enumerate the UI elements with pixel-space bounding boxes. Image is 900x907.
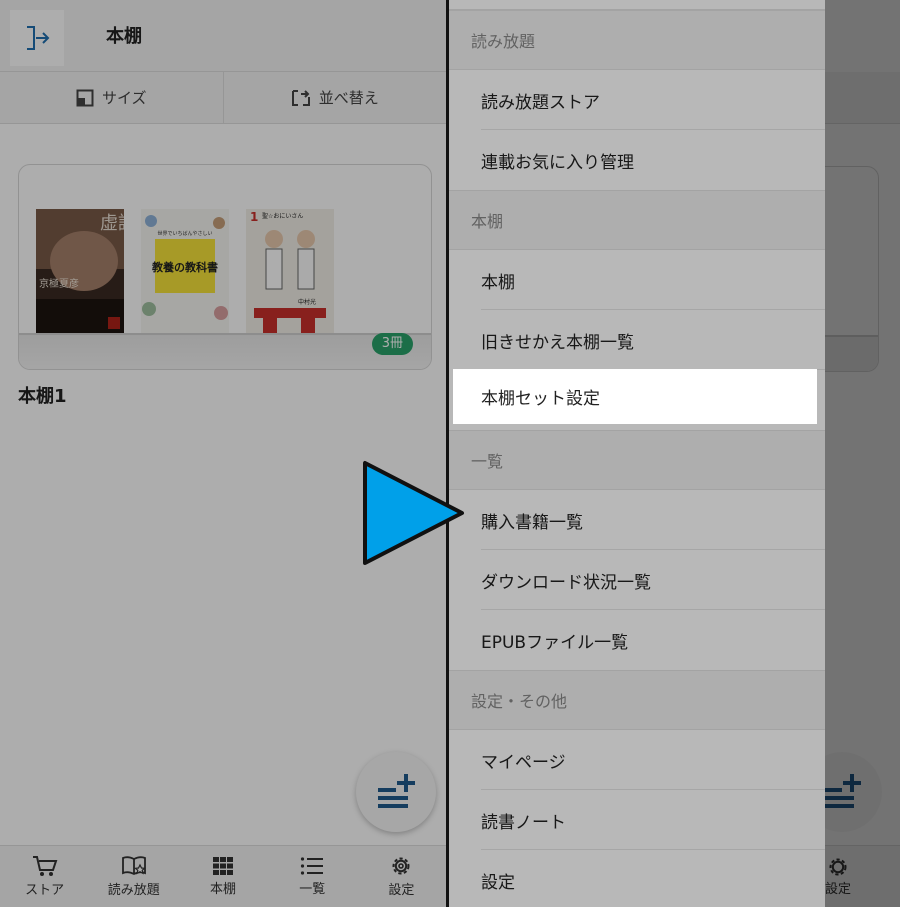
nav-label: ストア	[25, 883, 65, 898]
bottom-nav: ストア 読み放題 本棚 一覧 設定	[0, 845, 446, 907]
tutorial-arrow-icon	[363, 461, 464, 565]
size-icon	[76, 89, 94, 106]
menu-item-epub-files[interactable]: EPUBファイル一覧	[449, 610, 825, 670]
logout-icon	[27, 26, 50, 50]
book-cover-kyoyo[interactable]: 世界でいちばんやさしい 教養の教科書	[141, 209, 229, 333]
sort-button[interactable]: 並べ替え	[222, 72, 447, 123]
menu-item-download-status[interactable]: ダウンロード状況一覧	[449, 550, 825, 610]
book-title: 虚談	[100, 213, 124, 234]
menu-item-shelf-set-settings[interactable]: 本棚セット設定	[453, 369, 817, 424]
section-header-list: 一覧	[449, 430, 825, 490]
menu-item-bookshelf[interactable]: 本棚	[449, 250, 825, 310]
book-star-icon	[121, 856, 146, 876]
nav-bookshelf[interactable]: 本棚	[178, 846, 267, 907]
book-title: 教養の教科書	[151, 260, 218, 274]
menu-item-reading-notes[interactable]: 読書ノート	[449, 790, 825, 850]
nav-label: 本棚	[210, 882, 237, 897]
arrow-shape	[363, 461, 464, 565]
section-header-settings-other: 設定・その他	[449, 670, 825, 730]
add-shelf-button[interactable]	[356, 752, 436, 832]
right-panel: 設定 読み放題 読み放題ストア 連載お気に入り管理 本棚 本棚 旧きせかえ本棚一…	[449, 0, 900, 907]
menu-item-serial-favorites[interactable]: 連載お気に入り管理	[449, 130, 825, 190]
book-title: 聖☆おにいさん	[262, 213, 303, 220]
size-button[interactable]: サイズ	[0, 72, 223, 123]
add-list-icon	[378, 774, 415, 808]
sort-label: 並べ替え	[318, 89, 379, 107]
nav-store[interactable]: ストア	[0, 846, 89, 907]
nav-label: 読み放題	[107, 883, 160, 898]
left-panel: 本棚 サイズ 並べ替え 虚談 京極夏彦	[0, 0, 446, 907]
nav-label: 一覧	[299, 882, 326, 897]
book-author: 京極夏彦	[39, 277, 79, 290]
nav-list[interactable]: 一覧	[268, 846, 357, 907]
cart-icon	[32, 856, 57, 876]
menu-item-my-page[interactable]: マイページ	[449, 730, 825, 790]
menu-top-strip	[449, 0, 825, 10]
menu-item-unlimited-store[interactable]: 読み放題ストア	[449, 70, 825, 130]
page-title: 本棚	[106, 26, 142, 47]
menu-item-settings[interactable]: 設定	[449, 850, 825, 907]
book-cover-saint[interactable]: 1 聖☆おにいさん 中村光	[246, 209, 334, 333]
menu-item-old-theme-shelves[interactable]: 旧きせかえ本棚一覧	[449, 310, 825, 370]
book-cover-kyodan[interactable]: 虚談 京極夏彦	[36, 209, 124, 333]
book-author: 中村光	[298, 298, 316, 306]
shelf-name: 本棚1	[18, 386, 67, 407]
drawer-menu: 読み放題 読み放題ストア 連載お気に入り管理 本棚 本棚 旧きせかえ本棚一覧 一…	[449, 0, 825, 907]
menu-item-purchased-books[interactable]: 購入書籍一覧	[449, 490, 825, 550]
logout-button[interactable]	[10, 10, 64, 66]
nav-unlimited[interactable]: 読み放題	[89, 846, 178, 907]
shelf-toolbar: サイズ 並べ替え	[0, 72, 446, 124]
section-header-bookshelf: 本棚	[449, 190, 825, 250]
top-bar: 本棚	[0, 0, 446, 72]
list-icon	[301, 857, 324, 875]
section-header-unlimited: 読み放題	[449, 10, 825, 70]
nav-label: 設定	[388, 883, 415, 898]
book-count-badge: 3冊	[371, 333, 413, 355]
nav-settings[interactable]: 設定	[357, 846, 446, 907]
size-label: サイズ	[101, 89, 147, 107]
bookshelf-card[interactable]: 虚談 京極夏彦 世界でいちばんやさしい 教養の教科書 1 聖☆おにいさん	[18, 164, 432, 370]
book-volume: 1	[250, 210, 258, 224]
shelf-base	[19, 333, 431, 369]
sort-icon	[291, 89, 310, 106]
gear-icon	[392, 857, 410, 875]
grid-icon	[213, 857, 233, 875]
book-banner: 世界でいちばんやさしい	[157, 230, 212, 237]
